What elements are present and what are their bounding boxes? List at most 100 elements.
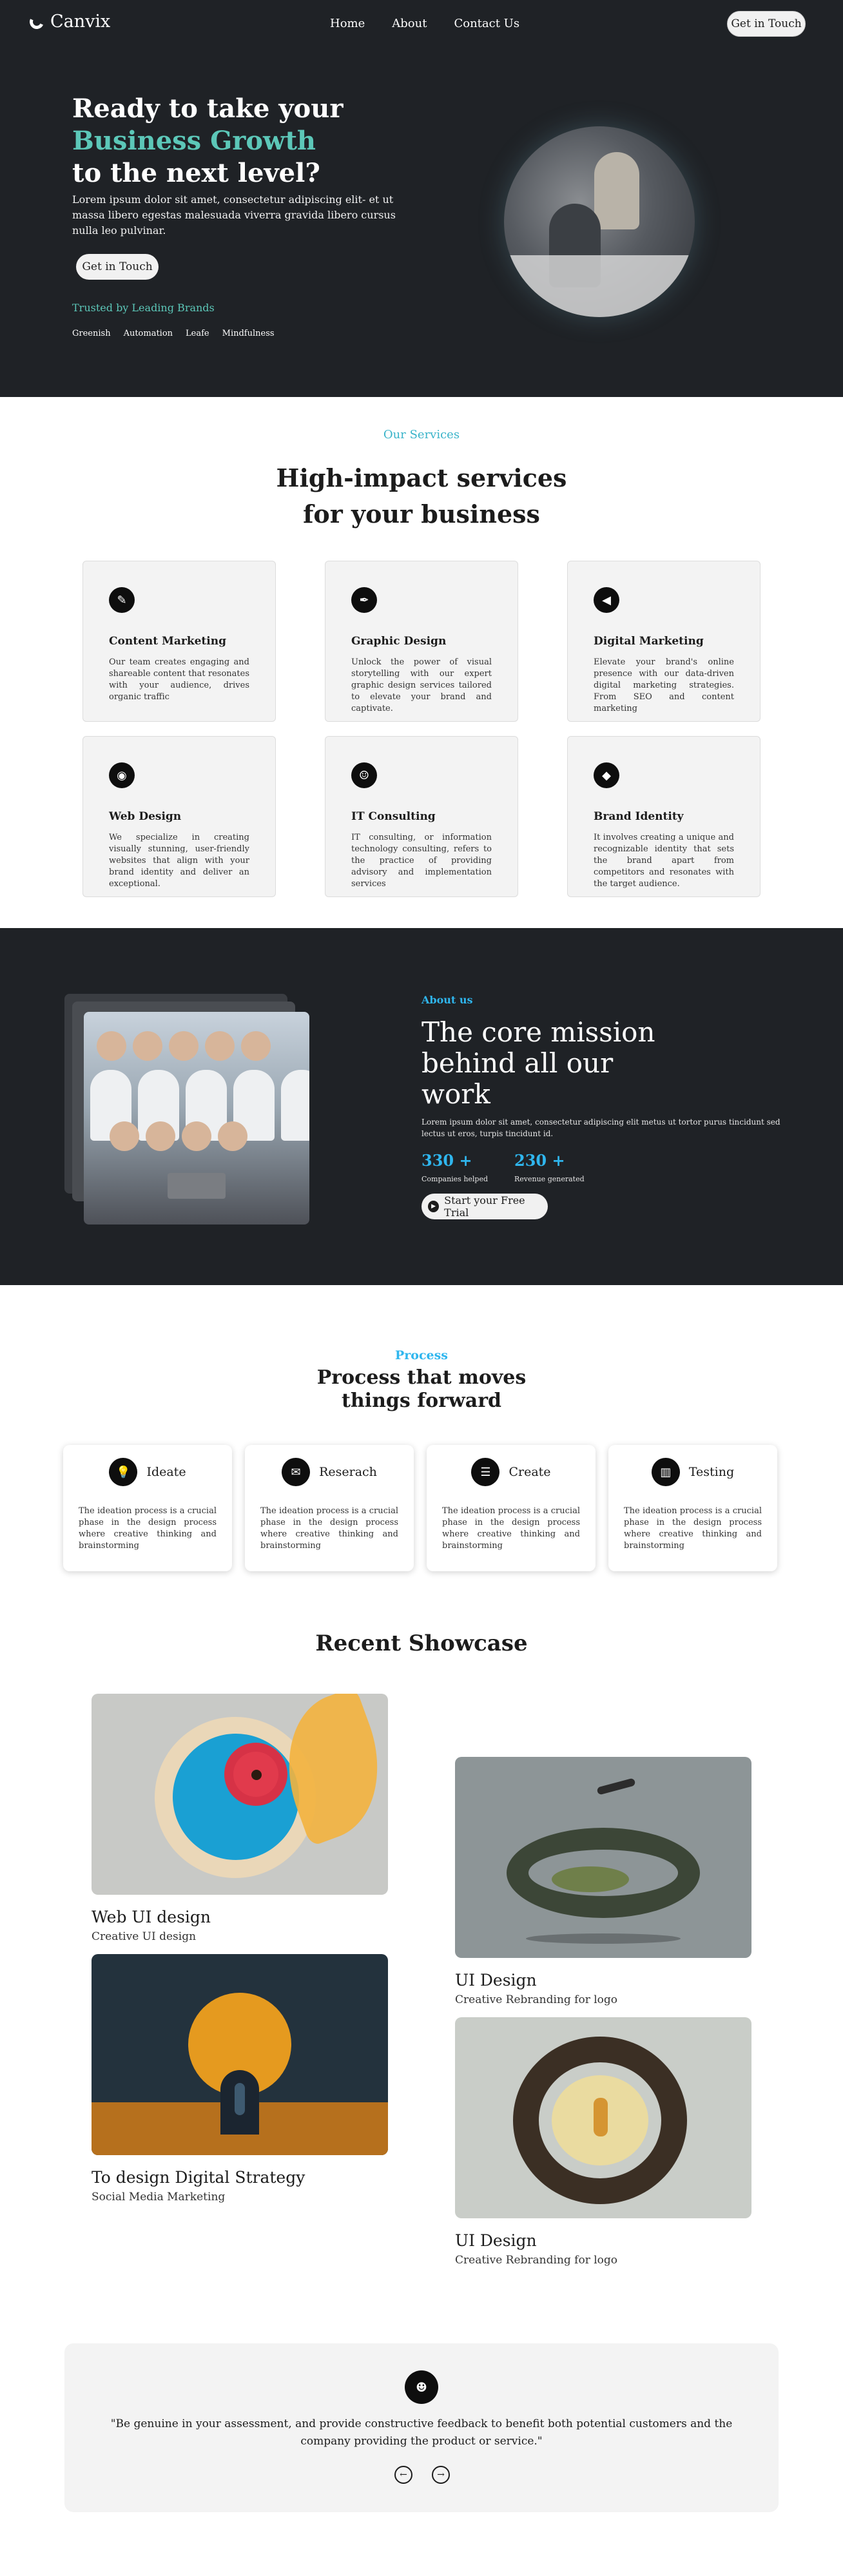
showcase-name: UI Design: [455, 2231, 537, 2250]
service-text: Unlock the power of visual storytelling …: [351, 657, 492, 713]
trusted-label: Trusted by Leading Brands: [72, 302, 215, 314]
brand[interactable]: Canvix: [27, 12, 110, 32]
nav-link-about[interactable]: About: [392, 17, 427, 30]
step-text: The ideation process is a crucial phase …: [79, 1506, 217, 1551]
service-title: Content Marketing: [109, 635, 226, 648]
nav-links: Home About Contact Us: [330, 17, 547, 30]
play-icon: ▶: [428, 1201, 440, 1212]
service-title: Web Design: [109, 810, 182, 823]
palette-icon: ◉: [109, 762, 135, 788]
step-title: Ideate: [146, 1465, 186, 1479]
services-kicker: Our Services: [383, 428, 460, 441]
nav-get-in-touch-button[interactable]: Get in Touch: [727, 11, 806, 37]
hero-lead: Lorem ipsum dolor sit amet, consectetur …: [72, 193, 396, 237]
brand-item: Greenish: [72, 329, 111, 338]
service-title: IT Consulting: [351, 810, 436, 823]
hero-title-accent: Business Growth: [72, 126, 316, 156]
user-gear-icon: ☺: [351, 762, 377, 788]
about-section: About us The core mission behind all our…: [0, 928, 843, 1285]
service-text: Elevate your brand's online presence wit…: [594, 657, 734, 713]
service-card-it-consulting[interactable]: ☺ IT Consulting IT consulting, or inform…: [325, 736, 518, 897]
hero-title-line3: to the next level?: [72, 158, 320, 188]
showcase-name: UI Design: [455, 1971, 537, 1990]
brand-item: Leafe: [186, 329, 209, 338]
service-text: Our team creates engaging and shareable …: [109, 657, 249, 702]
pencil-icon: ✎: [109, 587, 135, 613]
chart-icon: ▥: [651, 1458, 680, 1486]
service-title: Graphic Design: [351, 635, 447, 648]
showcase-name: To design Digital Strategy: [92, 2168, 305, 2187]
stat-value: 230 +: [514, 1151, 565, 1170]
showcase-image: [92, 1954, 388, 2155]
process-step-ideate[interactable]: 💡 Ideate The ideation process is a crucia…: [63, 1445, 232, 1571]
start-free-trial-label: Start your Free Trial: [444, 1194, 525, 1219]
process-kicker: Process: [394, 1348, 449, 1362]
brand-item: Mindfulness: [222, 329, 275, 338]
service-title: Digital Marketing: [594, 635, 704, 648]
pen-nib-icon: ✒: [351, 587, 377, 613]
start-free-trial-button[interactable]: ▶ Start your Free Trial: [422, 1194, 548, 1219]
showcase-item[interactable]: UI Design Creative Rebranding for logo: [455, 2017, 751, 2267]
step-text: The ideation process is a crucial phase …: [260, 1506, 398, 1551]
brand-list: Greenish Automation Leafe Mindfulness: [72, 329, 275, 338]
showcase-sub: Creative UI design: [92, 1930, 197, 1943]
process-title: Process that moves things forward: [0, 1366, 843, 1413]
showcase-image: [455, 2017, 751, 2218]
arrow-left-icon[interactable]: ←: [394, 2466, 412, 2484]
brand-logo-icon: [27, 12, 46, 31]
person-icon: ☻: [405, 2370, 438, 2404]
testimonial-box: ☻ "Be genuine in your assessment, and pr…: [64, 2343, 779, 2512]
service-card-brand-identity[interactable]: ◆ Brand Identity It involves creating a …: [567, 736, 761, 897]
service-title: Brand Identity: [594, 810, 684, 823]
about-kicker: About us: [422, 994, 473, 1006]
step-title: Create: [509, 1465, 551, 1479]
process-steps: 💡 Ideate The ideation process is a crucia…: [63, 1445, 777, 1571]
services-grid: ✎ Content Marketing Our team creates eng…: [82, 561, 761, 897]
showcase-sub: Creative Rebranding for logo: [455, 1993, 618, 2006]
showcase-item[interactable]: UI Design Creative Rebranding for logo: [455, 1757, 751, 2006]
service-card-content-marketing[interactable]: ✎ Content Marketing Our team creates eng…: [82, 561, 276, 722]
envelope-icon: ✉: [282, 1458, 311, 1486]
gem-icon: ◆: [594, 762, 619, 788]
hero-get-in-touch-button[interactable]: Get in Touch: [76, 254, 159, 280]
stat-revenue: 230 + Revenue generated: [514, 1151, 585, 1183]
brand-item: Automation: [123, 329, 173, 338]
service-text: It involves creating a unique and recogn…: [594, 833, 734, 889]
showcase-image: [455, 1757, 751, 1958]
showcase-item[interactable]: Web UI design Creative UI design: [92, 1694, 388, 1943]
nav-link-contact[interactable]: Contact Us: [454, 17, 519, 30]
arrow-right-icon[interactable]: →: [432, 2466, 450, 2484]
nav-link-home[interactable]: Home: [330, 17, 365, 30]
showcase-sub: Creative Rebranding for logo: [455, 2254, 618, 2267]
process-step-create[interactable]: ☰ Create The ideation process is a crucia…: [427, 1445, 596, 1571]
process-step-research[interactable]: ✉ Reserach The ideation process is a cruc…: [245, 1445, 414, 1571]
sliders-icon: ☰: [471, 1458, 500, 1486]
testimonial-quote: "Be genuine in your assessment, and prov…: [110, 2417, 733, 2448]
hero-team-photo: [504, 126, 695, 317]
stat-label: Revenue generated: [514, 1175, 585, 1183]
showcase-image: [92, 1694, 388, 1895]
hero-title-line1: Ready to take your: [72, 93, 344, 124]
service-card-graphic-design[interactable]: ✒ Graphic Design Unlock the power of vis…: [325, 561, 518, 722]
lightbulb-icon: 💡: [109, 1458, 138, 1486]
service-card-web-design[interactable]: ◉ Web Design We specialize in creating v…: [82, 736, 276, 897]
service-card-digital-marketing[interactable]: ◀ Digital Marketing Elevate your brand's…: [567, 561, 761, 722]
stat-value: 330 +: [422, 1151, 472, 1170]
hero-title: Ready to take your Business Growth to th…: [72, 93, 343, 189]
megaphone-icon: ◀: [594, 587, 619, 613]
stat-label: Companies helped: [422, 1175, 489, 1183]
about-description: Lorem ipsum dolor sit amet, consectetur …: [422, 1118, 780, 1138]
showcase-item[interactable]: To design Digital Strategy Social Media …: [92, 1954, 388, 2203]
top-navbar: Canvix Home About Contact Us Get in Touc…: [0, 0, 843, 49]
services-title: High-impact services for your business: [0, 460, 843, 532]
about-title: The core mission behind all our work: [422, 1016, 655, 1110]
showcase-title: Recent Showcase: [315, 1631, 528, 1656]
testimonial-nav: ← →: [394, 2466, 450, 2484]
showcase-name: Web UI design: [92, 1908, 211, 1926]
step-title: Testing: [688, 1465, 735, 1479]
services-title-line2: for your business: [303, 499, 540, 528]
process-step-testing[interactable]: ▥ Testing The ideation process is a cruci…: [608, 1445, 777, 1571]
stat-companies: 330 + Companies helped: [422, 1151, 488, 1183]
team-group-photo: [84, 1012, 309, 1225]
step-text: The ideation process is a crucial phase …: [624, 1506, 762, 1551]
